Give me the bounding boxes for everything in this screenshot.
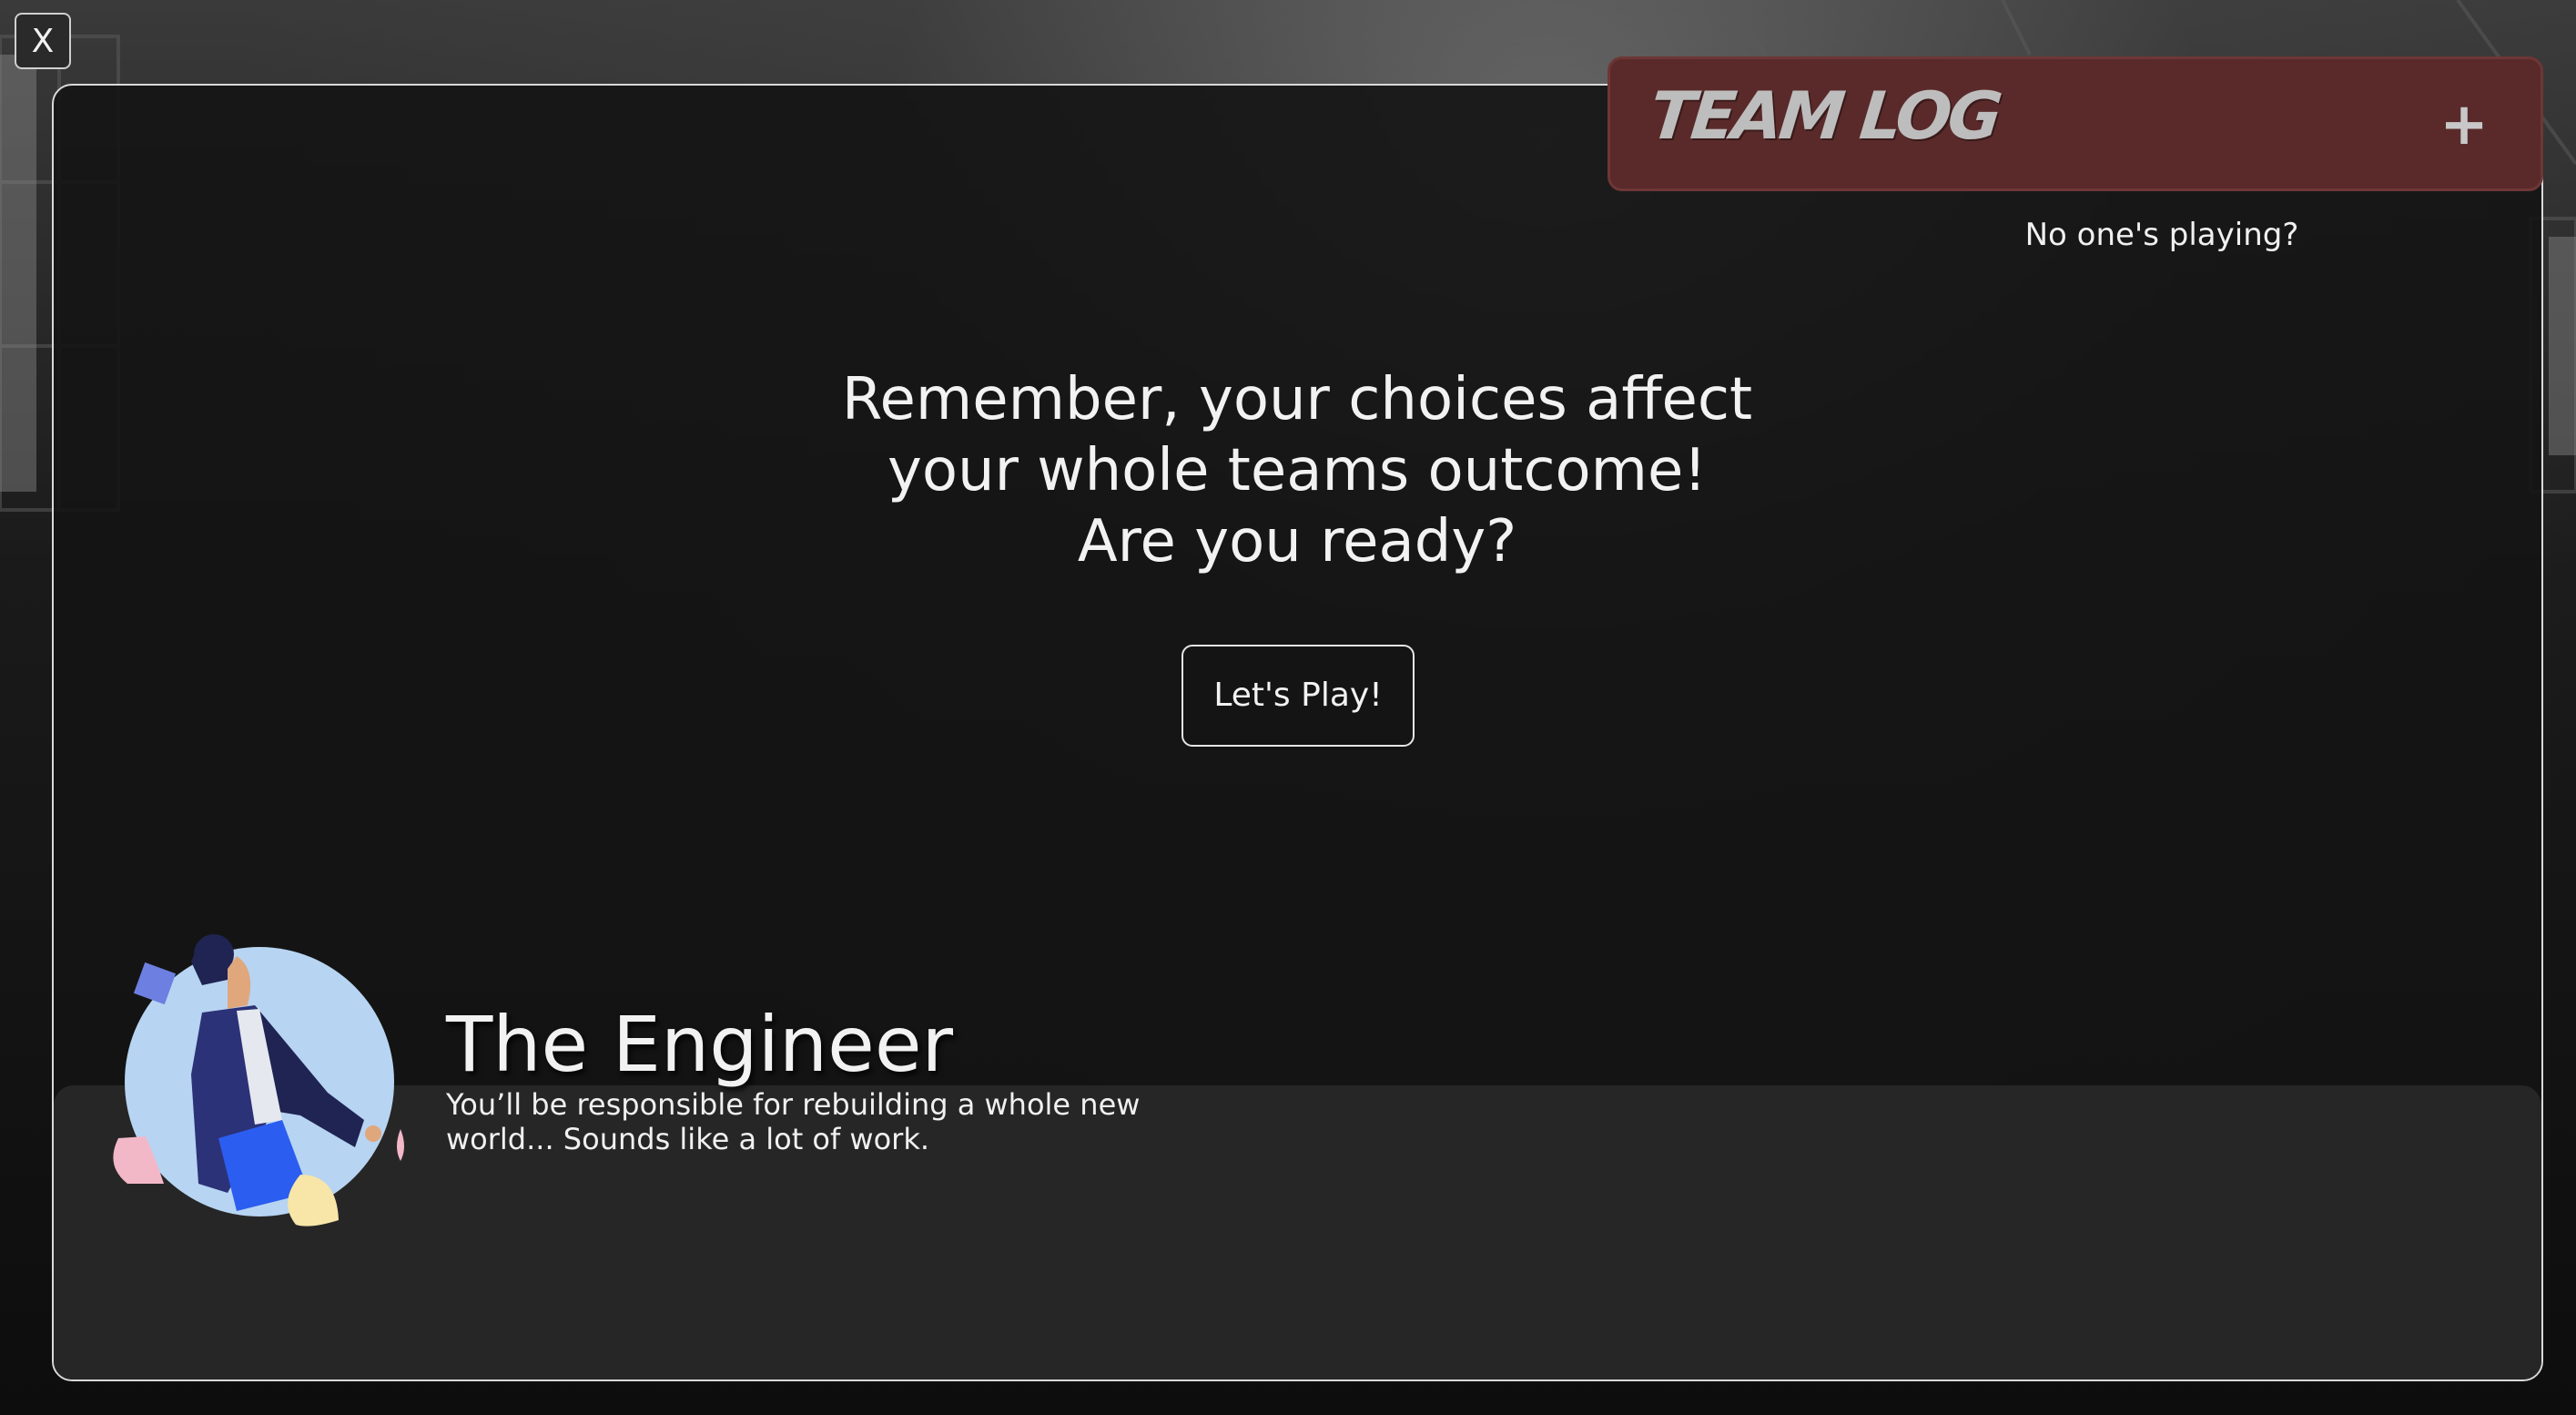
add-team-member-button[interactable]: + (2437, 96, 2491, 154)
team-log-empty-text: No one's playing? (2024, 217, 2299, 253)
role-title: The Engineer (446, 1000, 954, 1089)
lets-play-button[interactable]: Let's Play! (1182, 645, 1415, 747)
intro-headline: Remember, your choices affect your whole… (637, 364, 1957, 577)
close-button[interactable]: X (15, 13, 71, 69)
team-log-header: TEAM LOG + (1607, 56, 2543, 191)
team-log-title: TEAM LOG (1646, 77, 2003, 154)
intro-line-1: Remember, your choices affect (841, 366, 1753, 433)
engineer-character-icon (113, 934, 404, 1227)
role-description: You’ll be responsible for rebuilding a w… (446, 1087, 1141, 1156)
intro-line-3: Are you ready? (1077, 508, 1517, 575)
role-panel (54, 1085, 2541, 1379)
intro-line-2: your whole teams outcome! (887, 437, 1708, 504)
game-screen: X TEAM LOG + No one's playing? Remember,… (0, 0, 2576, 1415)
